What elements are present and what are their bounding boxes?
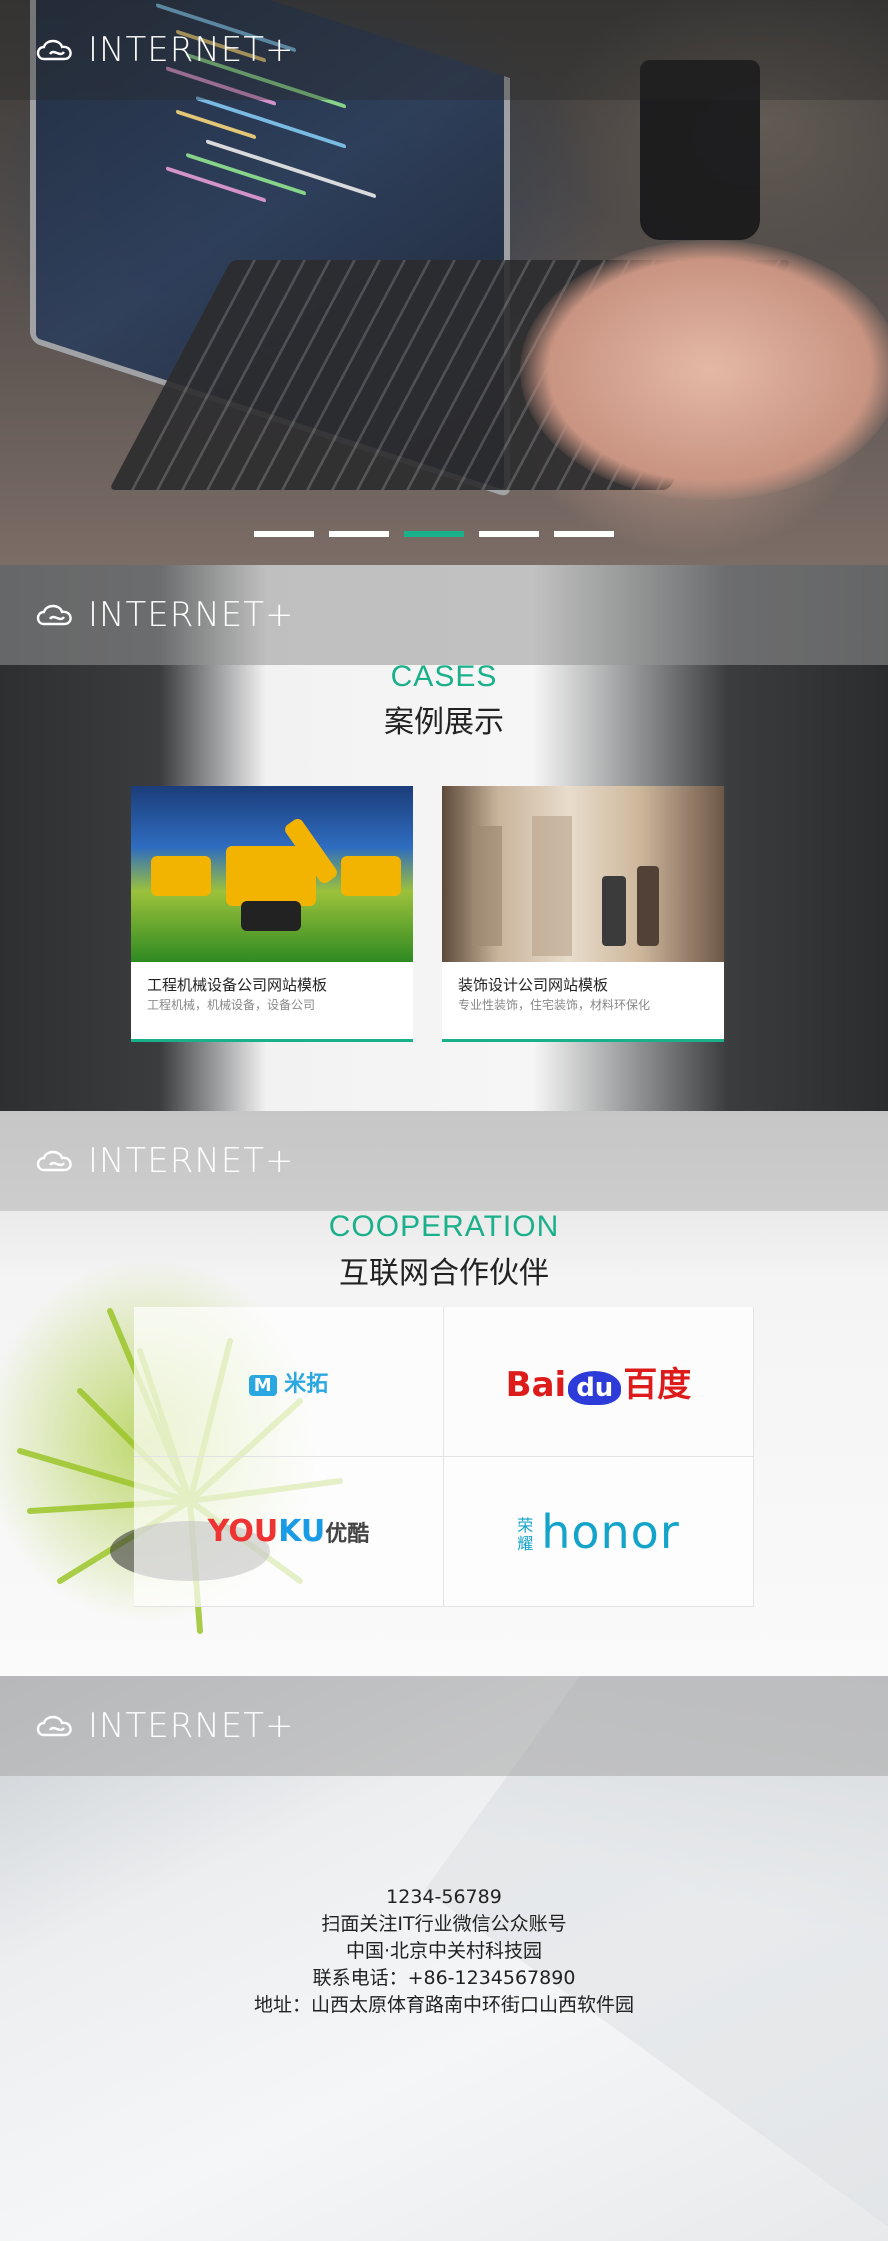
partner-mituo[interactable]: M 米拓 — [134, 1307, 444, 1457]
footer-phone: 联系电话：+86-1234567890 — [312, 1967, 576, 1989]
cases-title-en: CASES — [390, 660, 498, 693]
youku-logo: YOUKU优酷 — [207, 1514, 370, 1549]
partner-grid: M 米拓 Bai du 百度 YOUKU优酷 荣耀 honor — [134, 1307, 754, 1607]
logo-text[interactable]: INTERNET+ — [88, 1706, 295, 1746]
partner-baidu[interactable]: Bai du 百度 — [444, 1307, 754, 1457]
footer-location: 中国·北京中关村科技园 — [345, 1940, 543, 1962]
cloud-icon — [36, 1715, 72, 1737]
cases-title-cn: 案例展示 — [384, 705, 504, 740]
carousel-indicators — [254, 531, 614, 537]
carousel-dot-5[interactable] — [554, 531, 614, 537]
carousel-dot-3[interactable] — [404, 531, 464, 537]
case-card[interactable]: 工程机械设备公司网站模板 工程机械，机械设备，设备公司 — [131, 786, 413, 1042]
footer-section: INTERNET+ 1234-56789 扫面关注IT行业微信公众账号 中国·北… — [0, 1676, 888, 2241]
logo-text[interactable]: INTERNET+ — [88, 30, 295, 70]
case-title[interactable]: 装饰设计公司网站模板 — [458, 976, 708, 996]
hero-banner: INTERNET+ — [0, 0, 888, 565]
carousel-dot-4[interactable] — [479, 531, 539, 537]
case-subtitle: 工程机械，机械设备，设备公司 — [147, 998, 316, 1012]
baidu-logo: Bai du 百度 — [505, 1365, 692, 1405]
footer-phone-short: 1234-56789 — [386, 1886, 502, 1908]
coop-title-en: COOPERATION — [328, 1210, 560, 1243]
carousel-dot-1[interactable] — [254, 531, 314, 537]
cloud-icon — [36, 39, 72, 61]
partner-youku[interactable]: YOUKU优酷 — [134, 1457, 444, 1607]
header-bar: INTERNET+ — [0, 565, 888, 665]
footer-address: 地址：山西太原体育路南中环街口山西软件园 — [253, 1994, 634, 2016]
case-image-showroom[interactable] — [442, 786, 724, 962]
cloud-icon — [36, 604, 72, 626]
footer-contact: 1234-56789 扫面关注IT行业微信公众账号 中国·北京中关村科技园 联系… — [0, 1884, 888, 2019]
mituo-logo: M 米拓 — [248, 1366, 328, 1398]
header-bar: INTERNET+ — [0, 1111, 888, 1211]
case-card[interactable]: 装饰设计公司网站模板 专业性装饰，住宅装饰，材料环保化 — [442, 786, 724, 1042]
logo-text[interactable]: INTERNET+ — [88, 595, 295, 635]
case-info: 工程机械设备公司网站模板 工程机械，机械设备，设备公司 — [131, 962, 413, 1028]
cases-section: INTERNET+ CASES 案例展示 工程机械设备公司网站模板 工程机械，机… — [0, 565, 888, 1111]
footer-wechat: 扫面关注IT行业微信公众账号 — [321, 1913, 567, 1935]
header-bar: INTERNET+ — [0, 1676, 888, 1776]
logo-text[interactable]: INTERNET+ — [88, 1141, 295, 1181]
case-title[interactable]: 工程机械设备公司网站模板 — [147, 976, 397, 996]
cloud-icon — [36, 1150, 72, 1172]
case-info: 装饰设计公司网站模板 专业性装饰，住宅装饰，材料环保化 — [442, 962, 724, 1028]
case-image-excavator[interactable] — [131, 786, 413, 962]
honor-logo: 荣耀 honor — [517, 1504, 680, 1559]
carousel-dot-2[interactable] — [329, 531, 389, 537]
hand-photo — [520, 240, 888, 500]
case-subtitle: 专业性装饰，住宅装饰，材料环保化 — [458, 998, 651, 1012]
cooperation-section: INTERNET+ COOPERATION 互联网合作伙伴 M 米拓 Bai du… — [0, 1111, 888, 1676]
header-bar: INTERNET+ — [0, 0, 888, 100]
partner-honor[interactable]: 荣耀 honor — [444, 1457, 754, 1607]
